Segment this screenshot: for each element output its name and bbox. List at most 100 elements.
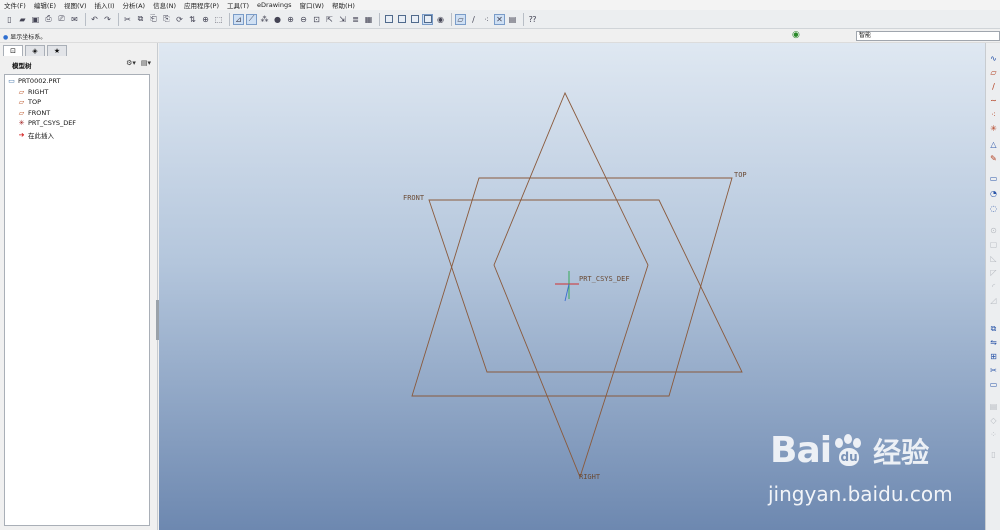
curve-tool-icon[interactable]: ∼ (988, 95, 999, 106)
tree-item-insert-here[interactable]: ➔ 在此插入 (17, 130, 54, 140)
reorient-icon[interactable]: ⇱ (324, 14, 335, 25)
shading-sphere-icon[interactable]: ● (272, 14, 283, 25)
datum-plane-icon: ▱ (18, 109, 25, 117)
thicken-tool-icon[interactable]: ▤ (988, 401, 999, 412)
menu-edit[interactable]: 编辑(E) (34, 0, 56, 10)
chamfer-tool-icon[interactable]: ◿ (988, 295, 999, 306)
tree-item-right[interactable]: ▱ RIGHT (17, 88, 49, 96)
trim-tool-icon[interactable]: ✂ (988, 365, 999, 376)
print-preview-icon[interactable]: ⎚ (56, 14, 67, 25)
axis-display-icon[interactable]: ∕ (468, 14, 479, 25)
tree-item-label: PRT_CSYS_DEF (28, 119, 77, 127)
status-message: 显示坐标系。 (10, 34, 47, 41)
datum-axis-display-icon[interactable]: ⟋ (246, 13, 257, 25)
shading-icon[interactable] (422, 13, 433, 25)
context-help-icon[interactable]: ⁇ (527, 14, 538, 25)
appearance-icon[interactable]: ◉ (435, 14, 446, 25)
paste-special-icon[interactable]: ⎘ (161, 14, 172, 25)
toolbar-separator (451, 12, 452, 26)
mirror-tool-icon[interactable]: ⇋ (988, 337, 999, 348)
hidden-line-icon[interactable] (396, 14, 407, 25)
saved-views-icon[interactable]: ⇲ (337, 14, 348, 25)
tree-item-top[interactable]: ▱ TOP (17, 98, 41, 106)
info-bullet-icon: ● (3, 34, 9, 41)
wireframe-icon[interactable] (383, 14, 394, 25)
select-box-icon[interactable]: ⬚ (213, 14, 224, 25)
layers-icon[interactable]: ≣ (350, 14, 361, 25)
undo-icon[interactable]: ↶ (89, 14, 100, 25)
menu-insert[interactable]: 插入(I) (95, 0, 115, 10)
print-icon[interactable]: ⎙ (43, 14, 54, 25)
sketch-curve-icon[interactable]: ∿ (988, 53, 999, 64)
menu-view[interactable]: 视图(V) (64, 0, 87, 10)
toolbar-separator (118, 12, 119, 26)
label-csys: PRT_CSYS_DEF (579, 275, 630, 283)
menu-analysis[interactable]: 分析(A) (123, 0, 146, 10)
tab-model-tree[interactable]: ⊡ (3, 45, 23, 56)
zoom-in-icon[interactable]: ⊕ (285, 14, 296, 25)
regenerate-icon[interactable]: ⟳ (174, 14, 185, 25)
analysis-tool-icon[interactable]: △ (988, 139, 999, 150)
datum-plane-right[interactable] (493, 91, 649, 479)
menu-file[interactable]: 文件(F) (4, 0, 26, 10)
datum-plane-tool-icon[interactable]: ▱ (988, 67, 999, 78)
datum-plane-front[interactable] (428, 199, 743, 373)
watermark-url: jingyan.baidu.com (768, 482, 953, 506)
paste-icon[interactable]: ⎗ (148, 14, 159, 25)
find-icon[interactable]: ⊕ (200, 14, 211, 25)
sketch-tool-icon[interactable]: ✎ (988, 153, 999, 164)
datum-axis-tool-icon[interactable]: ∕ (988, 81, 999, 92)
tree-item-label: PRT0002.PRT (18, 77, 61, 85)
regen-manager-icon[interactable]: ⇅ (187, 14, 198, 25)
solidify-tool-icon[interactable]: ◇ (988, 415, 999, 426)
show-dropdown-icon[interactable]: ▤▾ (141, 59, 151, 67)
tab-folder-browser[interactable]: ◈ (25, 45, 45, 56)
cut-icon[interactable]: ✂ (122, 14, 133, 25)
sweep-tool-icon[interactable]: ◌ (988, 203, 999, 214)
no-hidden-icon[interactable] (409, 14, 420, 25)
open-folder-icon[interactable]: ▰ (17, 14, 28, 25)
draft-tool-icon[interactable]: ◸ (988, 267, 999, 278)
csys-tool-icon[interactable]: ✳ (988, 123, 999, 134)
email-icon[interactable]: ✉ (69, 14, 80, 25)
settings-dropdown-icon[interactable]: ⚙▾ (126, 59, 136, 67)
copy-feature-icon[interactable]: ⧉ (988, 323, 999, 334)
part-icon: ▭ (8, 77, 15, 85)
tree-item-part[interactable]: ▭ PRT0002.PRT (7, 77, 60, 85)
menu-tools[interactable]: 工具(T) (227, 0, 249, 10)
datum-point-display-icon[interactable]: ⁂ (259, 14, 270, 25)
tree-item-front[interactable]: ▱ FRONT (17, 109, 50, 117)
datum-point-tool-icon[interactable]: ⁖ (988, 109, 999, 120)
tab-favorites[interactable]: ★ (47, 45, 67, 56)
tree-item-csys[interactable]: ✳ PRT_CSYS_DEF (17, 119, 76, 127)
refit-icon[interactable]: ⊡ (311, 14, 322, 25)
rib-tool-icon[interactable]: ◺ (988, 253, 999, 264)
menu-info[interactable]: 信息(N) (153, 0, 176, 10)
offset-tool-icon[interactable]: ▭ (988, 379, 999, 390)
shell-tool-icon[interactable]: ▢ (988, 239, 999, 250)
csys-display-icon[interactable]: ✕ (494, 13, 505, 25)
merge-tool-icon[interactable]: ⊞ (988, 351, 999, 362)
redo-icon[interactable]: ↷ (102, 14, 113, 25)
annotation-display-icon[interactable]: ▤ (507, 14, 518, 25)
hole-tool-icon[interactable]: ⊙ (988, 225, 999, 236)
point-display-icon[interactable]: ⁖ (481, 14, 492, 25)
insert-here-arrow-icon: ➔ (18, 131, 25, 139)
view-manager-icon[interactable]: ▦ (363, 14, 374, 25)
save-icon[interactable]: ▣ (30, 14, 41, 25)
menu-applications[interactable]: 应用程序(P) (184, 0, 219, 10)
revolve-tool-icon[interactable]: ◔ (988, 188, 999, 199)
menu-window[interactable]: 窗口(W) (299, 0, 324, 10)
menu-help[interactable]: 帮助(H) (332, 0, 355, 10)
datum-plane-top[interactable] (411, 177, 733, 397)
menu-edrawings[interactable]: eDrawings (257, 1, 291, 9)
round-tool-icon[interactable]: ◜ (988, 281, 999, 292)
selection-filter[interactable]: 智能 (856, 31, 1000, 41)
zoom-out-icon[interactable]: ⊖ (298, 14, 309, 25)
main-toolbar: ▯ ▰ ▣ ⎙ ⎚ ✉ ↶ ↷ ✂ ⧉ ⎗ ⎘ ⟳ ⇅ ⊕ ⬚ ⊿ ⟋ ⁂ ● … (0, 10, 1000, 29)
plane-display-icon[interactable]: ▱ (455, 13, 466, 25)
copy-icon[interactable]: ⧉ (135, 14, 146, 25)
datum-display-icon[interactable]: ⊿ (233, 13, 244, 25)
extrude-tool-icon[interactable]: ▭ (988, 173, 999, 184)
new-file-icon[interactable]: ▯ (4, 14, 15, 25)
